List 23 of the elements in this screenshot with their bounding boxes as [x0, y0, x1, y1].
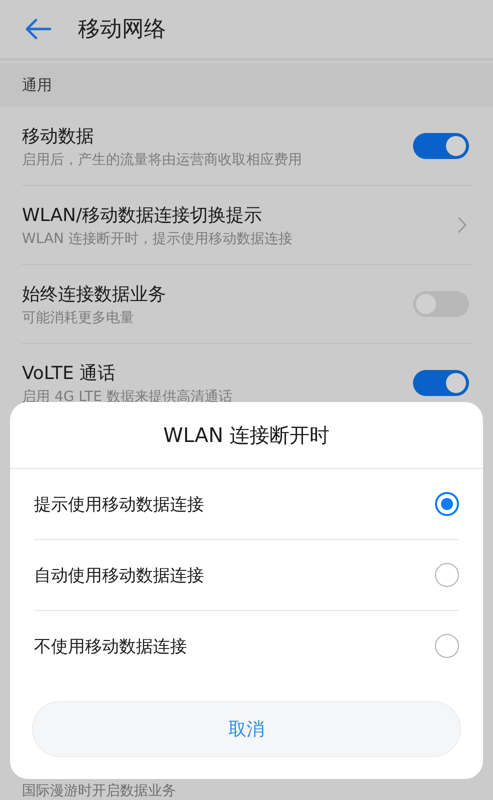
option-label: 自动使用移动数据连接 [34, 564, 204, 586]
toggle-switch[interactable] [413, 291, 469, 317]
section-header: 通用 [0, 63, 493, 107]
toggle-switch[interactable] [413, 133, 469, 159]
setting-title: 始终连接数据业务 [22, 282, 166, 306]
option-label: 不使用移动数据连接 [34, 636, 187, 658]
setting-description: 国际漫游时开启数据业务 [22, 783, 176, 799]
back-icon[interactable] [24, 18, 52, 40]
setting-description: 启用后，产生的流量将由运营商收取相应费用 [22, 150, 302, 168]
setting-title: VoLTE 通话 [22, 362, 117, 384]
chevron-icon [457, 216, 467, 234]
setting-title: WLAN/移动数据连接切换提示 [22, 204, 264, 226]
cancel-button[interactable]: 取消 [32, 701, 461, 757]
setting-description: 可能消耗更多电量 [22, 308, 135, 326]
radio-button[interactable] [435, 563, 459, 587]
setting-description: WLAN 连接断开时，提示使用移动数据连接 [22, 230, 292, 248]
page-title: 移动网络 [78, 16, 166, 44]
setting-title: 移动数据 [22, 124, 95, 148]
dialog-title: WLAN 连接断开时 [163, 422, 330, 448]
radio-button[interactable] [435, 634, 459, 658]
toggle-switch[interactable] [413, 370, 469, 396]
radio-button[interactable] [435, 492, 459, 516]
option-label: 提示使用移动数据连接 [34, 494, 204, 516]
